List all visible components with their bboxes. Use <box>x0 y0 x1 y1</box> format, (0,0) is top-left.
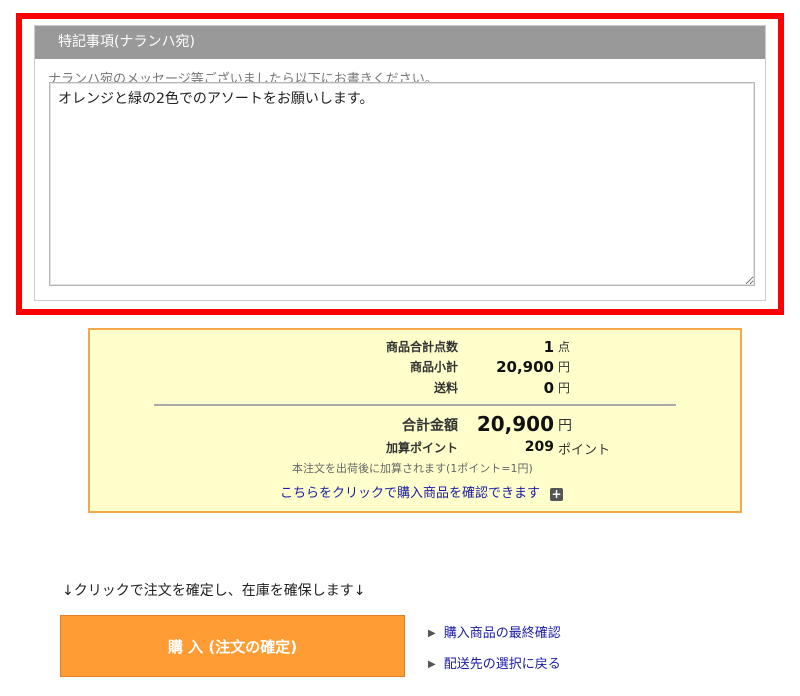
item-count-value: 1 <box>543 338 554 356</box>
final-check-link[interactable]: ▶ 購入商品の最終確認 <box>428 622 561 641</box>
plus-icon[interactable]: + <box>550 488 564 501</box>
subtotal-unit: 円 <box>558 360 571 374</box>
points-note: 本注文を出荷後に加算されます(1ポイント=1円) <box>292 462 533 475</box>
subtotal-label: 商品小計 <box>409 360 458 374</box>
item-count-unit: 点 <box>558 340 571 354</box>
remarks-textarea[interactable]: オレンジと緑の2色でのアソートをお願いします。 <box>49 82 755 286</box>
highlight-frame: 特記事項(ナランハ宛) ナランハ宛のメッセージ等ございましたら以下にお書きくださ… <box>16 13 784 315</box>
order-instruction: ↓クリックで注文を確定し、在庫を確保します↓ <box>62 583 366 599</box>
summary-divider <box>154 404 676 406</box>
points-label: 加算ポイント <box>385 441 458 455</box>
back-to-shipping-label: 配送先の選択に戻る <box>443 657 561 672</box>
triangle-right-icon: ▶ <box>428 659 436 670</box>
back-to-shipping-link[interactable]: ▶ 配送先の選択に戻る <box>428 653 561 672</box>
points-unit: ポイント <box>558 443 611 458</box>
total-unit: 円 <box>558 418 572 434</box>
purchase-confirm-button[interactable]: 購 入 (注文の確定) <box>60 615 405 677</box>
shipping-value: 0 <box>543 379 554 397</box>
item-count-label: 商品合計点数 <box>385 340 458 354</box>
remarks-header: 特記事項(ナランハ宛) <box>35 26 765 59</box>
view-purchased-items-link[interactable]: こちらをクリックで購入商品を確認できます + <box>280 482 564 501</box>
order-summary: 商品合計点数 1 点 商品小計 20,900 円 送料 0 円 合計金額 20,… <box>88 328 742 513</box>
final-check-label: 購入商品の最終確認 <box>443 626 561 641</box>
remarks-section: 特記事項(ナランハ宛) ナランハ宛のメッセージ等ございましたら以下にお書きくださ… <box>34 25 766 301</box>
total-value: 20,900 <box>476 412 554 436</box>
view-purchased-items-label: こちらをクリックで購入商品を確認できます <box>280 486 541 501</box>
subtotal-value: 20,900 <box>496 358 554 376</box>
triangle-right-icon: ▶ <box>428 628 436 639</box>
total-label: 合計金額 <box>402 418 458 434</box>
shipping-label: 送料 <box>433 381 458 395</box>
points-value: 209 <box>524 439 554 455</box>
shipping-unit: 円 <box>558 381 571 395</box>
